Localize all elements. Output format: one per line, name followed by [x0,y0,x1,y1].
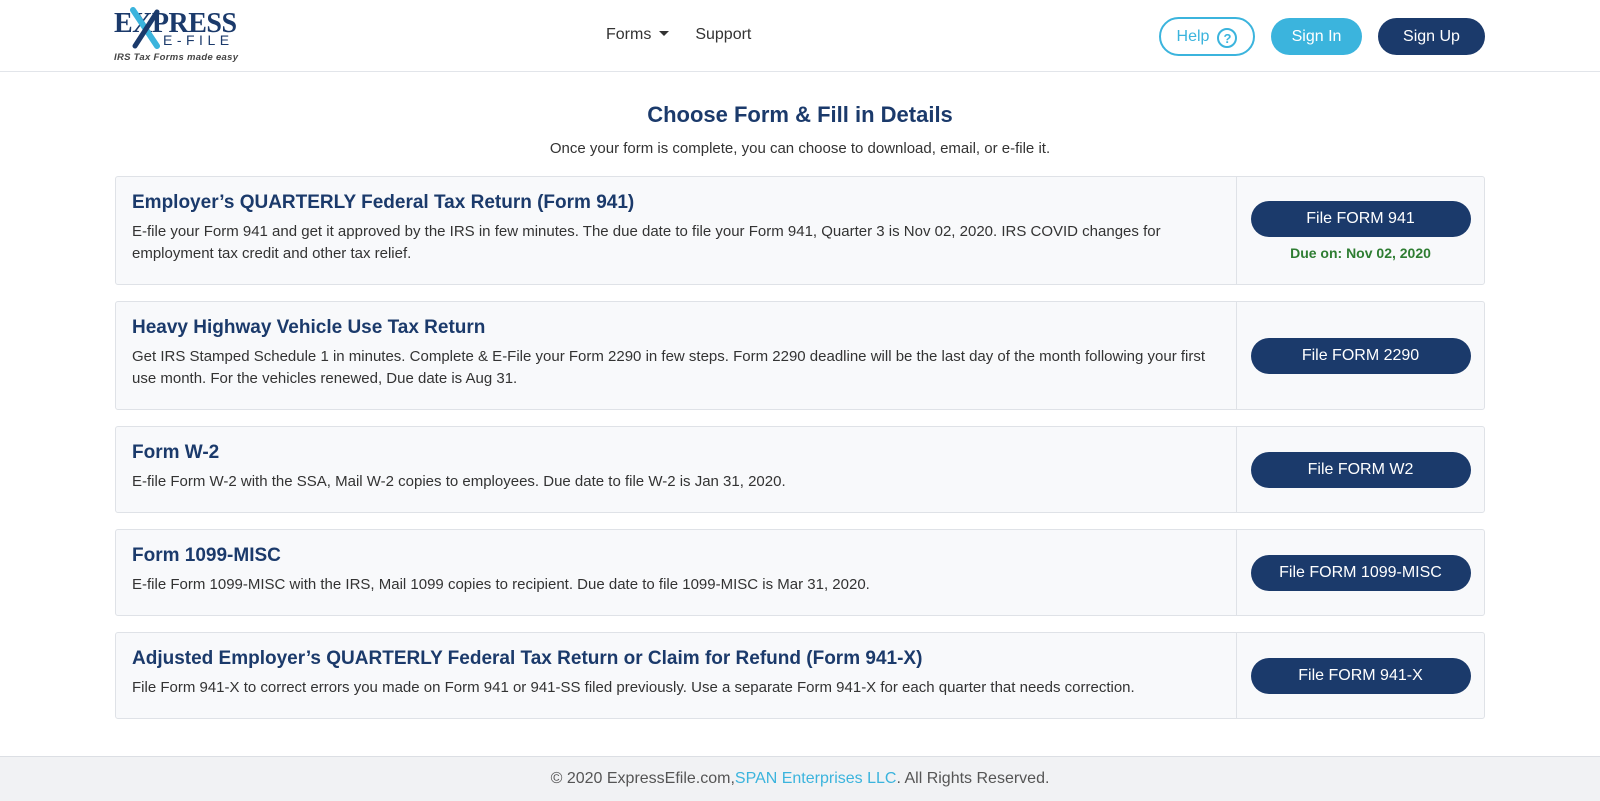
form-card-w2: Form W-2 E-file Form W-2 with the SSA, M… [115,426,1485,513]
site-footer: © 2020 ExpressEfile.com, SPAN Enterprise… [0,756,1600,801]
file-form-2290-button[interactable]: File FORM 2290 [1250,337,1471,374]
form-card-body: Employer’s QUARTERLY Federal Tax Return … [116,177,1236,284]
form-card-action: File FORM W2 [1236,427,1484,512]
form-card-title: Heavy Highway Vehicle Use Tax Return [132,317,486,338]
nav-forms-dropdown[interactable]: Forms [606,26,670,44]
question-circle-icon: ? [1217,28,1238,48]
form-card-body: Form 1099-MISC E-file Form 1099-MISC wit… [116,530,1236,615]
footer-copyright-suffix: . All Rights Reserved. [896,770,1050,787]
site-header: EXPRESS E-FILE IRS Tax Forms made easy F… [0,0,1600,72]
form-card-title: Employer’s QUARTERLY Federal Tax Return … [132,192,635,213]
due-date-label: Due on: Nov 02, 2020 [1290,244,1431,261]
form-card-action: File FORM 941 Due on: Nov 02, 2020 [1236,177,1484,284]
form-card-2290: Heavy Highway Vehicle Use Tax Return Get… [115,301,1485,410]
form-card-body: Heavy Highway Vehicle Use Tax Return Get… [116,302,1236,409]
form-card-action: File FORM 941-X [1236,633,1484,718]
file-form-w2-button[interactable]: File FORM W2 [1250,451,1471,488]
footer-copyright-prefix: © 2020 ExpressEfile.com, [550,770,735,787]
form-card-title: Form W-2 [132,442,220,463]
form-card-action: File FORM 1099-MISC [1236,530,1484,615]
logo-x-mark-icon [130,7,160,49]
form-card-description: E-file your Form 941 and get it approved… [132,223,1161,262]
form-card-941: Employer’s QUARTERLY Federal Tax Return … [115,176,1485,285]
form-card-description: E-file Form W-2 with the SSA, Mail W-2 c… [132,473,786,490]
sign-in-button[interactable]: Sign In [1271,18,1362,55]
form-card-941-x: Adjusted Employer’s QUARTERLY Federal Ta… [115,632,1485,719]
logo-efile-text: E-FILE [163,32,234,48]
form-card-title: Form 1099-MISC [132,545,281,566]
nav-support-label: Support [695,26,752,43]
form-card-body: Adjusted Employer’s QUARTERLY Federal Ta… [116,633,1236,718]
form-card-body: Form W-2 E-file Form W-2 with the SSA, M… [116,427,1236,512]
file-form-941-button[interactable]: File FORM 941 [1250,200,1471,237]
form-card-description: File Form 941-X to correct errors you ma… [132,679,1135,696]
sign-up-button[interactable]: Sign Up [1378,18,1485,55]
form-card-1099-misc: Form 1099-MISC E-file Form 1099-MISC wit… [115,529,1485,616]
file-form-941-x-button[interactable]: File FORM 941-X [1250,657,1471,694]
express-efile-logo[interactable]: EXPRESS E-FILE IRS Tax Forms made easy [114,6,244,66]
form-card-description: E-file Form 1099-MISC with the IRS, Mail… [132,576,870,593]
page-subtitle: Once your form is complete, you can choo… [549,140,1051,157]
form-card-title: Adjusted Employer’s QUARTERLY Federal Ta… [132,648,923,669]
nav-forms-label: Forms [606,26,652,43]
form-card-description: Get IRS Stamped Schedule 1 in minutes. C… [132,348,1206,387]
page-title: Choose Form & Fill in Details [647,102,953,127]
span-enterprises-link[interactable]: SPAN Enterprises LLC [735,770,897,788]
form-card-action: File FORM 2290 [1236,302,1484,409]
file-form-1099-misc-button[interactable]: File FORM 1099-MISC [1250,554,1471,591]
help-button-label: Help [1176,27,1210,45]
caret-down-icon [659,30,670,36]
logo-tagline: IRS Tax Forms made easy [114,52,239,63]
help-button[interactable]: Help ? [1159,17,1255,56]
main-nav: Forms Support [606,26,751,44]
nav-support-link[interactable]: Support [695,26,751,44]
